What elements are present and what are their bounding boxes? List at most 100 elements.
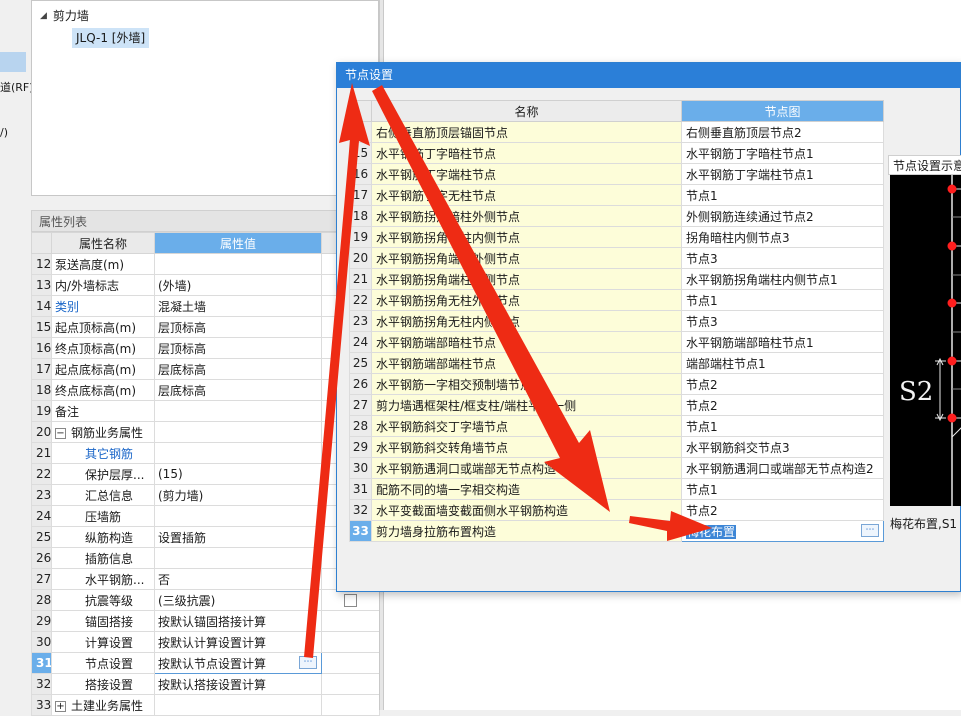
node-diagram-cell[interactable]: 节点3 xyxy=(681,310,884,332)
property-value-cell[interactable]: 层顶标高 xyxy=(154,316,322,338)
property-name-cell[interactable]: 类别 xyxy=(51,295,155,317)
node-row[interactable]: 19 水平钢筋拐角暗柱内侧节点 拐角暗柱内侧节点3 xyxy=(349,226,884,248)
property-name-cell[interactable]: 汇总信息 xyxy=(51,484,155,506)
property-row[interactable]: 19 备注 xyxy=(31,400,380,422)
node-row[interactable]: 18 水平钢筋拐角暗柱外侧节点 外侧钢筋连续通过节点2 xyxy=(349,205,884,227)
property-row[interactable]: 15 起点顶标高(m) 层顶标高 xyxy=(31,316,380,338)
property-value-cell[interactable] xyxy=(154,400,322,422)
property-row[interactable]: 24 压墙筋 xyxy=(31,505,380,527)
property-value-cell[interactable]: 层底标高 xyxy=(154,379,322,401)
property-row[interactable]: 33 + 土建业务属性 xyxy=(31,694,380,716)
property-value-cell[interactable] xyxy=(154,505,322,527)
property-value-cell[interactable] xyxy=(154,547,322,569)
node-diagram-cell[interactable]: 水平钢筋拐角端柱内侧节点1 xyxy=(681,268,884,290)
property-value-cell[interactable] xyxy=(154,421,322,443)
node-diagram-cell[interactable]: 节点2 xyxy=(681,394,884,416)
property-row[interactable]: 29 锚固搭接 按默认锚固搭接计算 xyxy=(31,610,380,632)
property-name-cell[interactable]: 终点顶标高(m) xyxy=(51,337,155,359)
property-value-cell[interactable]: 按默认计算设置计算 xyxy=(154,631,322,653)
node-row[interactable]: 15 水平钢筋丁字暗柱节点 水平钢筋丁字暗柱节点1 xyxy=(349,142,884,164)
property-value-cell[interactable]: 混凝土墙 xyxy=(154,295,322,317)
node-row[interactable]: 16 水平钢筋丁字端柱节点 水平钢筋丁字端柱节点1 xyxy=(349,163,884,185)
column-header-property-value[interactable]: 属性值 xyxy=(154,232,322,254)
node-diagram-cell[interactable]: 节点2 xyxy=(681,499,884,521)
node-row[interactable]: 33 剪力墙身拉筋布置构造 梅花布置 ⋯ xyxy=(349,520,884,542)
tree-node-jlq-1[interactable]: JLQ-1 [外墙] xyxy=(72,28,150,48)
node-row[interactable]: 27 剪力墙遇框架柱/框支柱/端柱平齐一侧 节点2 xyxy=(349,394,884,416)
column-header-name[interactable]: 名称 xyxy=(371,100,682,122)
ellipsis-button[interactable]: ⋯ xyxy=(861,524,879,537)
property-name-cell[interactable]: 计算设置 xyxy=(51,631,155,653)
node-diagram-cell[interactable]: 端部端柱节点1 xyxy=(681,352,884,374)
node-diagram-cell[interactable]: 水平钢筋遇洞口或端部无节点构造2 xyxy=(681,457,884,479)
node-diagram-cell[interactable]: 梅花布置 ⋯ xyxy=(681,520,884,542)
property-name-cell[interactable]: 终点底标高(m) xyxy=(51,379,155,401)
node-diagram-cell[interactable]: 拐角暗柱内侧节点3 xyxy=(681,226,884,248)
property-name-cell[interactable]: 锚固搭接 xyxy=(51,610,155,632)
collapse-icon[interactable]: − xyxy=(55,427,66,439)
node-row[interactable]: 17 水平钢筋丁字无柱节点 节点1 xyxy=(349,184,884,206)
property-row[interactable]: 23 汇总信息 (剪力墙) xyxy=(31,484,380,506)
property-name-cell[interactable]: 搭接设置 xyxy=(51,673,155,695)
node-diagram-cell[interactable]: 节点1 xyxy=(681,184,884,206)
property-name-cell[interactable]: 备注 xyxy=(51,400,155,422)
property-name-cell[interactable]: 内/外墙标志 xyxy=(51,274,155,296)
property-checkbox[interactable] xyxy=(344,594,357,607)
property-value-cell[interactable]: (外墙) xyxy=(154,274,322,296)
property-row[interactable]: 13 内/外墙标志 (外墙) xyxy=(31,274,380,296)
property-name-cell[interactable]: 起点底标高(m) xyxy=(51,358,155,380)
property-row[interactable]: 27 水平钢筋... 否 xyxy=(31,568,380,590)
property-value-cell[interactable]: (剪力墙) xyxy=(154,484,322,506)
tree-expand-icon[interactable]: ◢ xyxy=(40,11,47,21)
property-value-cell[interactable]: 层顶标高 xyxy=(154,337,322,359)
node-diagram-cell[interactable]: 节点1 xyxy=(681,289,884,311)
property-value-cell[interactable] xyxy=(154,442,322,464)
node-row[interactable]: 21 水平钢筋拐角端柱内侧节点 水平钢筋拐角端柱内侧节点1 xyxy=(349,268,884,290)
property-row[interactable]: 32 搭接设置 按默认搭接设置计算 xyxy=(31,673,380,695)
node-diagram-cell[interactable]: 节点1 xyxy=(681,415,884,437)
node-row[interactable]: 20 水平钢筋拐角端柱外侧节点 节点3 xyxy=(349,247,884,269)
property-row[interactable]: 14 类别 混凝土墙 xyxy=(31,295,380,317)
node-diagram-cell[interactable]: 节点1 xyxy=(681,478,884,500)
property-name-cell[interactable]: 插筋信息 xyxy=(51,547,155,569)
property-row[interactable]: 31 节点设置 按默认节点设置计算 ⋯ xyxy=(31,652,380,674)
property-value-cell[interactable]: (15) xyxy=(154,463,322,485)
node-row[interactable]: 32 水平变截面墙变截面侧水平钢筋构造 节点2 xyxy=(349,499,884,521)
property-name-cell[interactable]: 节点设置 xyxy=(51,652,155,674)
property-name-cell[interactable]: 其它钢筋 xyxy=(51,442,155,464)
property-row[interactable]: 18 终点底标高(m) 层底标高 xyxy=(31,379,380,401)
column-header-node-diagram[interactable]: 节点图 xyxy=(681,100,884,122)
property-name-cell[interactable]: + 土建业务属性 xyxy=(51,694,155,716)
node-diagram-cell[interactable]: 水平钢筋斜交节点3 xyxy=(681,436,884,458)
property-row[interactable]: 16 终点顶标高(m) 层顶标高 xyxy=(31,337,380,359)
node-row[interactable]: 28 水平钢筋斜交丁字墙节点 节点1 xyxy=(349,415,884,437)
property-value-cell[interactable]: 层底标高 xyxy=(154,358,322,380)
property-value-cell[interactable]: 否 xyxy=(154,568,322,590)
property-row[interactable]: 21 其它钢筋 xyxy=(31,442,380,464)
property-row[interactable]: 12 泵送高度(m) xyxy=(31,253,380,275)
tree-node-shear-wall[interactable]: ◢ 剪力墙 xyxy=(40,7,89,24)
property-row[interactable]: 28 抗震等级 (三级抗震) xyxy=(31,589,380,611)
column-header-property-name[interactable]: 属性名称 xyxy=(51,232,155,254)
node-diagram-cell[interactable]: 节点2 xyxy=(681,373,884,395)
property-name-cell[interactable]: 纵筋构造 xyxy=(51,526,155,548)
node-row[interactable]: 右侧垂直筋顶层锚固节点 右侧垂直筋顶层节点2 xyxy=(349,121,884,143)
property-name-cell[interactable]: 泵送高度(m) xyxy=(51,253,155,275)
property-name-cell[interactable]: 水平钢筋... xyxy=(51,568,155,590)
left-strip-selection[interactable] xyxy=(0,52,26,72)
node-diagram-cell[interactable]: 右侧垂直筋顶层节点2 xyxy=(681,121,884,143)
property-row[interactable]: 17 起点底标高(m) 层底标高 xyxy=(31,358,380,380)
property-value-cell[interactable] xyxy=(154,694,322,716)
property-value-cell[interactable]: 按默认锚固搭接计算 xyxy=(154,610,322,632)
node-diagram-cell[interactable]: 外侧钢筋连续通过节点2 xyxy=(681,205,884,227)
property-value-cell[interactable]: 设置插筋 xyxy=(154,526,322,548)
node-row[interactable]: 23 水平钢筋拐角无柱内侧节点 节点3 xyxy=(349,310,884,332)
property-row[interactable]: 25 纵筋构造 设置插筋 xyxy=(31,526,380,548)
node-row[interactable]: 31 配筋不同的墙一字相交构造 节点1 xyxy=(349,478,884,500)
node-row[interactable]: 30 水平钢筋遇洞口或端部无节点构造 水平钢筋遇洞口或端部无节点构造2 xyxy=(349,457,884,479)
node-diagram-cell[interactable]: 水平钢筋端部暗柱节点1 xyxy=(681,331,884,353)
node-diagram-cell[interactable]: 水平钢筋丁字暗柱节点1 xyxy=(681,142,884,164)
property-value-cell[interactable]: (三级抗震) xyxy=(154,589,322,611)
property-row[interactable]: 20− 钢筋业务属性 xyxy=(31,421,380,443)
node-diagram-cell[interactable]: 节点3 xyxy=(681,247,884,269)
